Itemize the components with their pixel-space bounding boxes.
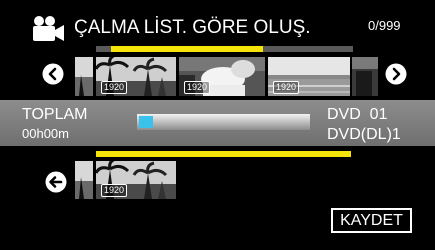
thumbnail-partial-right[interactable] [352,57,378,96]
total-time: 00h00m [22,126,69,141]
thumbnail[interactable]: 1920 [179,57,265,96]
right-arrow-circle-icon[interactable] [385,63,407,85]
save-button[interactable]: KAYDET [331,208,412,233]
resolution-badge: 1920 [273,81,300,94]
resolution-badge: 1920 [101,81,128,94]
playlist-counter: 0/999 [368,18,401,33]
strip-position-indicator[interactable] [111,46,263,52]
thumbnail[interactable]: 1920 [268,57,350,96]
thumbnail[interactable]: 1920 [96,57,176,96]
dvd-dl-count: DVD(DL)1 [327,126,401,143]
thumbnail-partial-left[interactable] [75,57,93,96]
resolution-badge: 1920 [101,184,128,197]
left-arrow-circle-icon[interactable] [42,63,64,85]
selected-thumbnail[interactable]: 1920 [96,161,176,199]
resolution-badge: 1920 [184,81,211,94]
back-arrow-circle-icon[interactable] [45,171,67,193]
dvd-count: DVD 01 [327,106,388,123]
disc-capacity-fill [139,116,153,128]
disc-capacity-bar [137,114,310,130]
total-label: TOPLAM [22,106,88,123]
video-camera-icon [33,16,64,41]
yellow-divider [96,151,351,157]
screen-title: ÇALMA LİST. GÖRE OLUŞ. [74,17,311,38]
selected-thumbnail-partial[interactable] [75,161,93,199]
